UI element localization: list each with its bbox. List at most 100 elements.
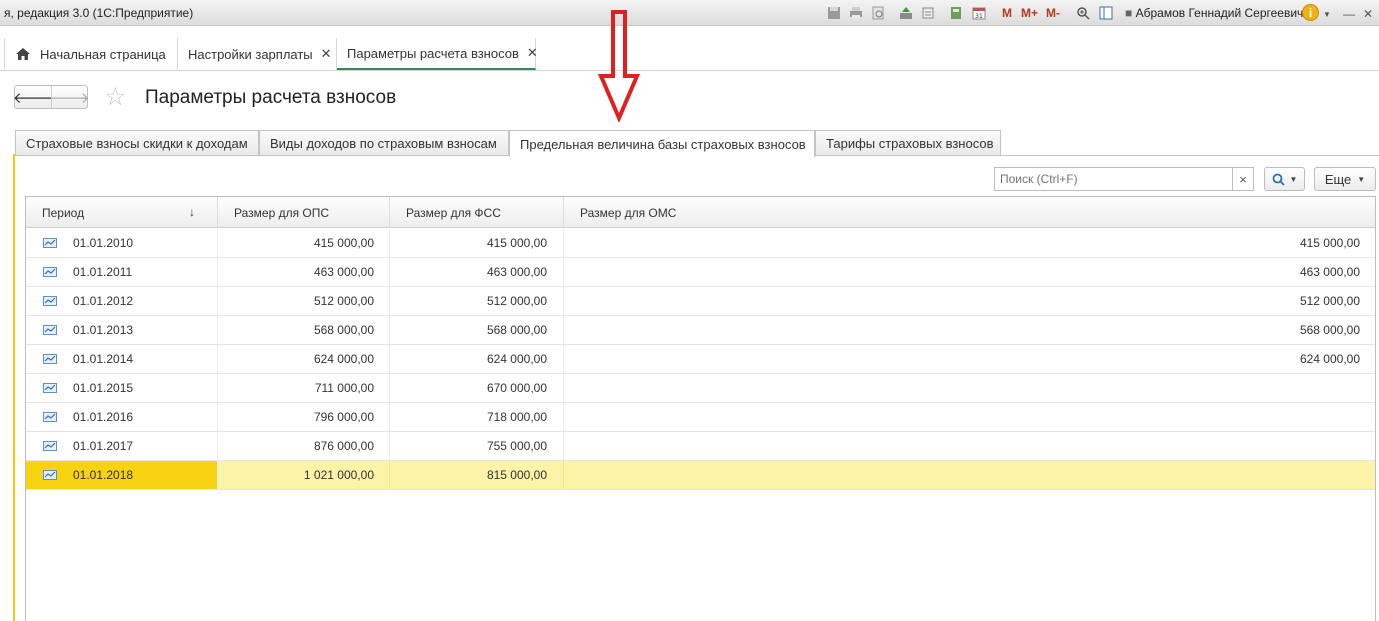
- cell-fss[interactable]: 512 000,00: [390, 287, 564, 315]
- cell-oms[interactable]: [564, 403, 1360, 431]
- cell-oms[interactable]: 568 000,00: [564, 316, 1360, 344]
- chevron-down-icon: ▼: [1289, 174, 1298, 184]
- cell-oms[interactable]: [564, 461, 1360, 489]
- cell-period[interactable]: 01.01.2012: [26, 287, 218, 315]
- cell-period[interactable]: 01.01.2016: [26, 403, 218, 431]
- header-fss[interactable]: Размер для ФСС: [390, 197, 564, 228]
- header-oms[interactable]: Размер для ОМС: [564, 197, 1375, 228]
- oms-value: 512 000,00: [1299, 294, 1360, 308]
- table-row[interactable]: 01.01.2018 1 021 000,00 815 000,00: [26, 461, 1375, 490]
- cell-ops[interactable]: 415 000,00: [218, 229, 390, 257]
- calendar-icon[interactable]: 31: [971, 5, 987, 21]
- close-icon[interactable]: ✕: [527, 45, 538, 61]
- more-button[interactable]: Еще ▼: [1314, 167, 1376, 191]
- cell-oms[interactable]: 415 000,00: [564, 229, 1360, 257]
- arrow-right-icon: 🡒: [49, 89, 90, 107]
- cell-ops[interactable]: 624 000,00: [218, 345, 390, 373]
- fss-value: 815 000,00: [486, 468, 547, 482]
- fss-value: 463 000,00: [486, 265, 547, 279]
- zoom-icon[interactable]: [1075, 5, 1091, 21]
- record-icon: [43, 238, 57, 248]
- cell-ops[interactable]: 796 000,00: [218, 403, 390, 431]
- tab-discounts-label: Страховые взносы скидки к доходам: [26, 136, 248, 151]
- table-row[interactable]: 01.01.2013 568 000,00 568 000,00 568 000,00: [26, 316, 1375, 345]
- tab-home[interactable]: Начальная страница: [4, 38, 178, 70]
- panel-icon[interactable]: [1098, 5, 1114, 21]
- tab-contribution-params[interactable]: Параметры расчета взносов ✕: [337, 38, 538, 70]
- cell-period[interactable]: 01.01.2013: [26, 316, 218, 344]
- cell-fss[interactable]: 463 000,00: [390, 258, 564, 286]
- table-row[interactable]: 01.01.2017 876 000,00 755 000,00: [26, 432, 1375, 461]
- arrow-left-icon: 🡐: [12, 89, 54, 107]
- close-icon[interactable]: ✕: [321, 46, 332, 62]
- cell-ops[interactable]: 876 000,00: [218, 432, 390, 460]
- cell-oms[interactable]: [564, 432, 1360, 460]
- info-icon[interactable]: i: [1302, 4, 1319, 21]
- user-name[interactable]: ■ Абрамов Геннадий Сергеевич: [1125, 6, 1303, 20]
- cell-period[interactable]: 01.01.2011: [26, 258, 218, 286]
- back-button[interactable]: 🡐: [12, 86, 54, 108]
- table-row[interactable]: 01.01.2011 463 000,00 463 000,00 463 000,00: [26, 258, 1375, 287]
- save-icon[interactable]: [826, 5, 842, 21]
- header-ops-label: Размер для ОПС: [234, 205, 330, 220]
- search-input[interactable]: [995, 168, 1233, 190]
- cell-fss[interactable]: 755 000,00: [390, 432, 564, 460]
- oms-value: 624 000,00: [1299, 352, 1360, 366]
- cell-oms[interactable]: 512 000,00: [564, 287, 1360, 315]
- cell-ops[interactable]: 463 000,00: [218, 258, 390, 286]
- cell-oms[interactable]: [564, 374, 1360, 402]
- cell-fss[interactable]: 815 000,00: [390, 461, 564, 489]
- print-icon[interactable]: [848, 5, 864, 21]
- cell-fss[interactable]: 718 000,00: [390, 403, 564, 431]
- cell-period[interactable]: 01.01.2014: [26, 345, 218, 373]
- clear-search-button[interactable]: ×: [1232, 168, 1253, 190]
- period-value: 01.01.2011: [73, 265, 133, 279]
- tab-discounts[interactable]: Страховые взносы скидки к доходам: [15, 130, 259, 156]
- cell-period[interactable]: 01.01.2010: [26, 229, 218, 257]
- close-button[interactable]: ✕: [1363, 7, 1373, 21]
- cell-ops[interactable]: 512 000,00: [218, 287, 390, 315]
- tab-salary-settings[interactable]: Настройки зарплаты ✕: [178, 38, 337, 70]
- document-icon[interactable]: [920, 5, 936, 21]
- table-row[interactable]: 01.01.2010 415 000,00 415 000,00 415 000,00: [26, 229, 1375, 258]
- info-dropdown-icon[interactable]: ▼: [1323, 10, 1331, 19]
- table-row[interactable]: 01.01.2015 711 000,00 670 000,00: [26, 374, 1375, 403]
- search-button[interactable]: ▼: [1264, 167, 1305, 191]
- memory-minus-button[interactable]: M-: [1046, 6, 1060, 20]
- cell-oms[interactable]: 624 000,00: [564, 345, 1360, 373]
- cell-ops[interactable]: 568 000,00: [218, 316, 390, 344]
- minimize-button[interactable]: —: [1343, 7, 1355, 21]
- period-value: 01.01.2015: [73, 381, 134, 395]
- favorite-star-icon[interactable]: ☆: [104, 84, 126, 110]
- cell-ops[interactable]: 1 021 000,00: [218, 461, 390, 489]
- tab-income-types[interactable]: Виды доходов по страховым взносам: [259, 130, 509, 156]
- cell-oms[interactable]: 463 000,00: [564, 258, 1360, 286]
- oms-value: 463 000,00: [1299, 265, 1360, 279]
- table-row[interactable]: 01.01.2012 512 000,00 512 000,00 512 000,00: [26, 287, 1375, 316]
- tab-rates[interactable]: Тарифы страховых взносов: [815, 130, 1001, 156]
- memory-plus-button[interactable]: M+: [1021, 6, 1038, 20]
- memory-button[interactable]: M: [1002, 6, 1012, 20]
- cell-fss[interactable]: 624 000,00: [390, 345, 564, 373]
- cell-fss[interactable]: 415 000,00: [390, 229, 564, 257]
- window-tabs: Начальная страница Настройки зарплаты ✕ …: [0, 35, 1379, 71]
- cell-period[interactable]: 01.01.2015: [26, 374, 218, 402]
- record-icon: [43, 383, 57, 393]
- tabs-divider: [15, 155, 509, 156]
- tab-base-limit[interactable]: Предельная величина базы страховых взнос…: [509, 130, 815, 157]
- table-row[interactable]: 01.01.2016 796 000,00 718 000,00: [26, 403, 1375, 432]
- cell-period[interactable]: 01.01.2018: [26, 461, 218, 489]
- fss-value: 755 000,00: [486, 439, 547, 453]
- oms-value: 568 000,00: [1299, 323, 1360, 337]
- cell-ops[interactable]: 711 000,00: [218, 374, 390, 402]
- calculator-icon[interactable]: [948, 5, 964, 21]
- preview-icon[interactable]: [870, 5, 886, 21]
- cell-fss[interactable]: 568 000,00: [390, 316, 564, 344]
- upload-icon[interactable]: [898, 5, 914, 21]
- cell-fss[interactable]: 670 000,00: [390, 374, 564, 402]
- header-period[interactable]: Период ↓: [26, 197, 218, 228]
- cell-period[interactable]: 01.01.2017: [26, 432, 218, 460]
- table-row[interactable]: 01.01.2014 624 000,00 624 000,00 624 000,00: [26, 345, 1375, 374]
- forward-button[interactable]: 🡒: [49, 86, 90, 108]
- header-ops[interactable]: Размер для ОПС: [218, 197, 390, 228]
